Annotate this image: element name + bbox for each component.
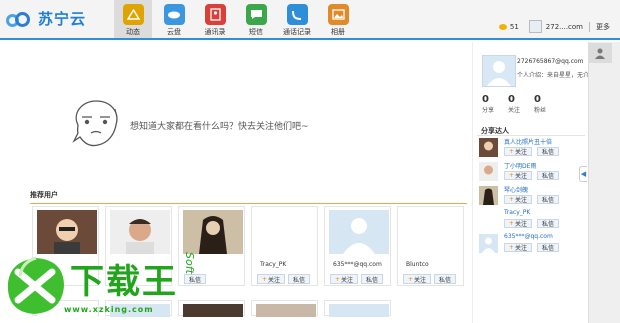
- person-icon[interactable]: [588, 43, 612, 63]
- logo-text: 苏宁云: [38, 10, 87, 28]
- profile-intro: 个人介绍：来自星星，无介: [517, 72, 590, 79]
- stat-shares[interactable]: 0 分享: [482, 94, 508, 114]
- user-area: 51 272....com 更多: [498, 20, 610, 33]
- message-button[interactable]: 私信: [537, 219, 560, 228]
- list-item: Tracy_PK + 关注 私信: [479, 209, 585, 233]
- stat-following[interactable]: 0 关注: [508, 94, 534, 114]
- message-button[interactable]: 私信: [434, 274, 457, 284]
- user-card[interactable]: Tracy_PK + 关注 私信: [251, 206, 318, 286]
- nav-label: 云盘: [167, 28, 181, 36]
- user-account[interactable]: 272....com: [546, 23, 583, 31]
- profile-email: 27267658​67@qq.com: [517, 58, 584, 65]
- expert-name[interactable]: 635***@qq.com: [504, 233, 553, 240]
- profile-stats: 0 分享 0 关注 0 粉丝: [482, 94, 560, 114]
- user-avatar[interactable]: [528, 20, 542, 33]
- main-nav: 动态 云盘 通讯录 短信 通话记录 相册: [114, 0, 360, 38]
- message-button[interactable]: 私信: [537, 171, 560, 180]
- follow-button[interactable]: + 关注: [330, 274, 359, 284]
- nav-sms[interactable]: 短信: [237, 0, 275, 38]
- expert-avatar[interactable]: [479, 234, 498, 253]
- card-actions: + 关注 私信: [330, 274, 386, 284]
- nav-feed[interactable]: 动态: [114, 0, 152, 38]
- call-log-icon: [286, 4, 308, 25]
- coin-icon: [498, 23, 507, 30]
- suning-cloud-logo[interactable]: 苏宁云: [6, 8, 86, 29]
- stat-fans[interactable]: 0 粉丝: [534, 94, 560, 114]
- cloud-icon: [163, 4, 185, 25]
- user-card-name[interactable]: 635***@qq.com: [333, 261, 382, 268]
- album-icon: [327, 4, 349, 25]
- user-card[interactable]: Bluntco + 关注 私信: [397, 206, 464, 286]
- follow-button[interactable]: + 关注: [504, 171, 533, 180]
- expert-avatar[interactable]: [479, 162, 498, 181]
- watermark-soft: Soft: [183, 252, 196, 274]
- list-item: 真人比照片丑十倍 + 关注 私信: [479, 137, 585, 161]
- message-button[interactable]: 私信: [537, 243, 560, 252]
- follow-button[interactable]: + 关注: [257, 274, 286, 284]
- nav-album[interactable]: 相册: [319, 0, 357, 38]
- follow-button[interactable]: + 关注: [504, 219, 533, 228]
- profile-panel: 27267658​67@qq.com 个人介绍：来自星星，无介 0 分享 0 关注 …: [472, 42, 590, 323]
- nav-label: 相册: [331, 28, 345, 36]
- more-link[interactable]: 更多: [596, 22, 610, 32]
- card-actions: + 关注 私信: [257, 274, 313, 284]
- collapse-panel-button[interactable]: ◀: [579, 166, 587, 182]
- message-button[interactable]: 私信: [537, 195, 560, 204]
- follow-button[interactable]: + 关注: [504, 147, 533, 156]
- expert-name[interactable]: 丁小明DE雨: [504, 161, 536, 170]
- empty-face-icon: [72, 100, 118, 147]
- follow-button[interactable]: + 关注: [504, 195, 533, 204]
- sms-icon: [245, 4, 267, 25]
- expert-avatar[interactable]: [479, 138, 498, 157]
- watermark: 下载王 www.xzking.com Soft: [0, 248, 225, 323]
- user-card[interactable]: [251, 300, 318, 317]
- nav-contacts[interactable]: 通讯录: [196, 0, 234, 38]
- profile-avatar[interactable]: [482, 55, 516, 87]
- nav-label: 通讯录: [204, 28, 226, 36]
- recommend-title: 推荐用户: [30, 191, 58, 199]
- default-avatar[interactable]: [329, 210, 389, 254]
- user-card-name[interactable]: Bluntco: [406, 261, 429, 268]
- empty-state-text: 想知道大家都在看什么吗？快去关注他们吧~: [130, 122, 309, 132]
- follow-button[interactable]: + 关注: [504, 243, 533, 252]
- user-card[interactable]: [324, 300, 391, 317]
- coin-count: 51: [509, 22, 519, 31]
- watermark-title: 下载王: [70, 262, 178, 302]
- share-experts-list: 真人比照片丑十倍 + 关注 私信 丁小明DE雨 + 关注 私信 琴心剑魄 + 关注 私信 T…: [479, 137, 585, 257]
- cloud-logo-icon: [6, 10, 32, 28]
- card-actions: + 关注 私信: [403, 274, 459, 284]
- message-button[interactable]: 私信: [537, 147, 560, 156]
- feed-icon: [122, 4, 144, 25]
- section-divider: [30, 203, 467, 204]
- expert-name[interactable]: Tracy_PK: [504, 209, 530, 216]
- divider: [589, 21, 590, 32]
- list-item: 635***@qq.com + 关注 私信: [479, 233, 585, 257]
- list-item: 琴心剑魄 + 关注 私信: [479, 185, 585, 209]
- nav-label: 动态: [126, 28, 140, 36]
- nav-label: 短信: [249, 28, 263, 36]
- list-item: 丁小明DE雨 + 关注 私信: [479, 161, 585, 185]
- expert-avatar[interactable]: [479, 186, 498, 205]
- user-card[interactable]: 635***@qq.com + 关注 私信: [324, 206, 391, 286]
- expert-name[interactable]: 真人比照片丑十倍: [504, 137, 552, 146]
- nav-cloud-disk[interactable]: 云盘: [155, 0, 193, 38]
- watermark-url: www.xzking.com: [64, 305, 154, 314]
- user-photo[interactable]: [256, 210, 316, 254]
- divider: [477, 135, 585, 136]
- message-button[interactable]: 私信: [288, 274, 311, 284]
- nav-call-log[interactable]: 通话记录: [278, 0, 316, 38]
- contacts-icon: [204, 4, 226, 25]
- message-button[interactable]: 私信: [361, 274, 384, 284]
- user-photo[interactable]: [402, 210, 462, 254]
- nav-label: 通话记录: [283, 28, 311, 36]
- top-nav-bar: 苏宁云 动态 云盘 通讯录 短信 通话记录 相册 51 272....com 更…: [0, 0, 620, 40]
- user-card-name[interactable]: Tracy_PK: [260, 261, 286, 268]
- follow-button[interactable]: + 关注: [403, 274, 432, 284]
- chevron-left-icon: ◀: [580, 170, 587, 178]
- side-toolbar: [588, 42, 620, 323]
- watermark-logo-icon: [7, 256, 64, 314]
- expert-name[interactable]: 琴心剑魄: [504, 185, 528, 194]
